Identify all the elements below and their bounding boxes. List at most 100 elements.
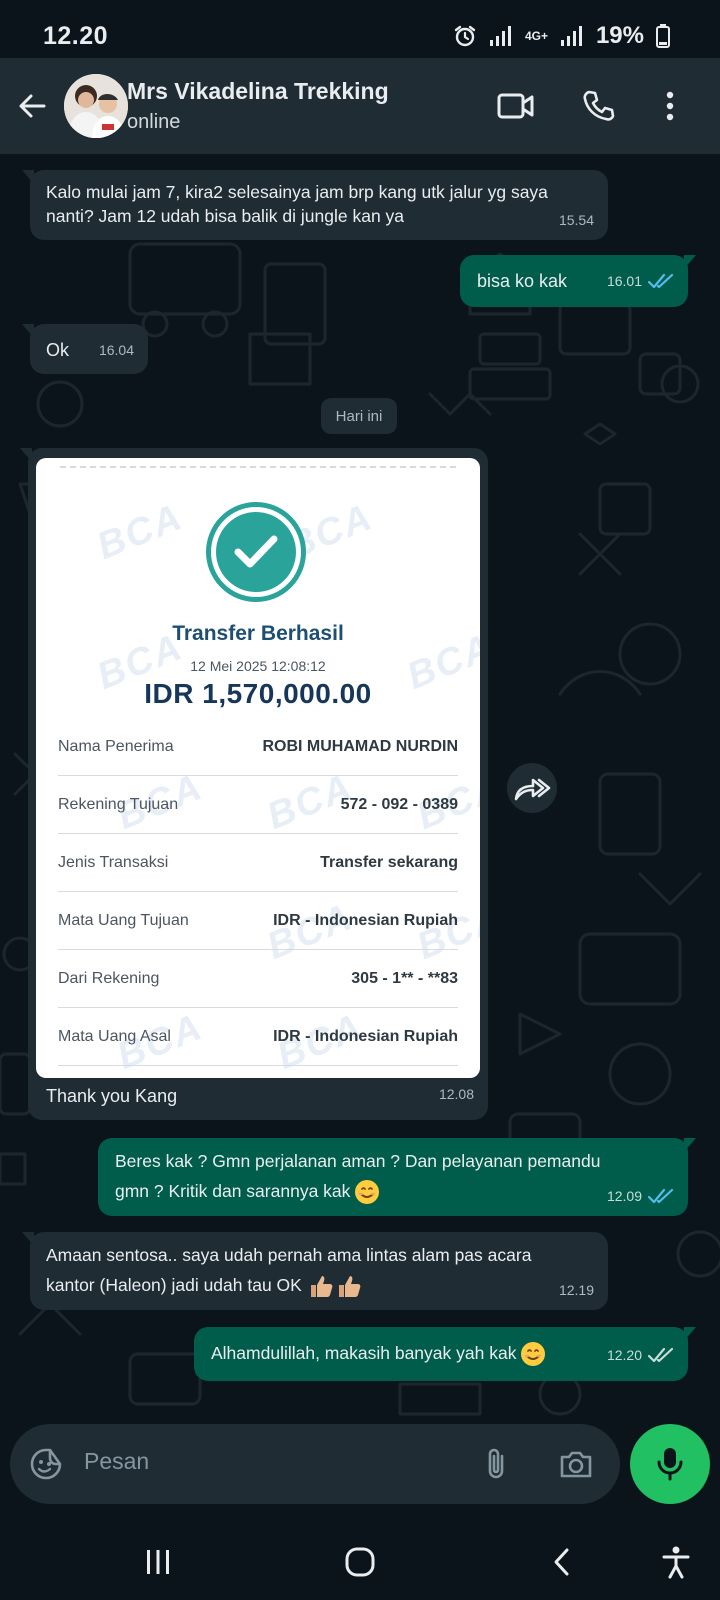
message-bubble-outgoing[interactable]: Alhamdulillah, makasih banyak yah kak 12… <box>194 1327 696 1381</box>
image-caption: Thank you Kang <box>46 1086 178 1106</box>
bubble-tail <box>22 170 34 184</box>
attach-button[interactable] <box>476 1444 516 1484</box>
forward-button[interactable] <box>507 763 557 813</box>
camera-button[interactable] <box>556 1444 596 1484</box>
network-type-label: 4G+ <box>524 29 548 43</box>
read-receipt-icon <box>648 273 674 289</box>
image-message-bubble[interactable]: BCA BCA BCA BCA BCA BCA BCA BCA BCA BCA … <box>20 448 488 1120</box>
check-circle <box>216 512 296 592</box>
smiling-face-emoji-icon <box>521 1342 546 1367</box>
message-text: Amaan sentosa.. saya udah pernah ama lin… <box>30 1232 608 1300</box>
chevron-left-icon <box>554 1548 569 1576</box>
message-time: 12.20 <box>606 1347 642 1363</box>
receipt-row: Mata Uang Asal IDR - Indonesian Rupiah <box>58 1008 458 1066</box>
message-time: 16.04 <box>98 342 134 358</box>
system-navigation-bar <box>0 1516 720 1600</box>
more-vert-icon <box>666 91 674 121</box>
accessibility-button[interactable] <box>652 1538 700 1586</box>
signal-icon-2 <box>560 26 582 46</box>
contact-status: online <box>127 111 181 133</box>
message-bubble-outgoing[interactable]: Beres kak ? Gmn perjalanan aman ? Dan pe… <box>98 1138 696 1216</box>
message-bubble-incoming[interactable]: Amaan sentosa.. saya udah pernah ama lin… <box>22 1232 608 1310</box>
bubble-tail <box>22 1232 34 1246</box>
status-bar: 12.20 4G+ 19% <box>0 0 720 58</box>
home-button[interactable] <box>336 1538 384 1586</box>
message-text: Beres kak ? Gmn perjalanan aman ? Dan pe… <box>98 1138 688 1206</box>
signal-icon <box>489 26 511 46</box>
camera-icon <box>560 1451 592 1478</box>
message-meta: 16.01 <box>607 267 674 295</box>
receipt-row-label: Mata Uang Tujuan <box>58 911 189 929</box>
delivered-receipt-icon <box>648 1347 674 1363</box>
message-text: Kalo mulai jam 7, kira2 selesainya jam b… <box>46 182 548 226</box>
message-time: 16.01 <box>606 273 642 289</box>
battery-percent: 19% <box>595 22 644 49</box>
status-icons: 4G+ 19% <box>453 22 670 50</box>
receipt-row-label: Rekening Tujuan <box>58 795 179 813</box>
paperclip-icon <box>488 1448 504 1479</box>
receipt-row-label: Dari Rekening <box>58 969 160 987</box>
emoji-button[interactable] <box>26 1444 66 1484</box>
message-meta: 12.09 <box>607 1182 674 1210</box>
receipt-dashed-line <box>60 466 456 468</box>
alarm-icon <box>454 25 476 47</box>
transfer-receipt-image[interactable]: BCA BCA BCA BCA BCA BCA BCA BCA BCA BCA … <box>36 458 480 1078</box>
thumbs-up-emoji-icon <box>310 1276 333 1298</box>
whatsapp-chat-screen: 12.20 4G+ 19% Mrs Vikadelina Trekking on… <box>0 0 720 1600</box>
recent-apps-icon <box>147 1550 169 1574</box>
receipt-row-value: IDR - Indonesian Rupiah <box>273 911 458 929</box>
date-separator: Hari ini <box>321 398 397 434</box>
read-receipt-icon <box>648 1188 674 1204</box>
back-arrow-icon <box>19 94 46 118</box>
chat-area[interactable]: Kalo mulai jam 7, kira2 selesainya jam b… <box>0 154 720 1424</box>
message-text-body: Amaan sentosa.. saya udah pernah ama lin… <box>46 1245 532 1295</box>
battery-icon <box>656 24 670 48</box>
bubble-tail <box>20 448 32 462</box>
message-time: 12.09 <box>606 1188 642 1204</box>
sticker-emoji-icon <box>30 1448 62 1480</box>
receipt-row-value: Transfer sekarang <box>320 853 458 871</box>
message-text-body: Alhamdulillah, makasih banyak yah kak <box>211 1343 517 1363</box>
microphone-icon <box>657 1448 683 1481</box>
voice-call-button[interactable] <box>576 84 620 128</box>
home-icon <box>345 1547 375 1577</box>
thumbs-up-emoji-icon <box>338 1276 361 1298</box>
bubble-tail <box>684 1327 696 1341</box>
accessibility-icon <box>662 1546 690 1579</box>
message-bubble-incoming[interactable]: Kalo mulai jam 7, kira2 selesainya jam b… <box>22 170 608 240</box>
message-time: 12.19 <box>558 1282 594 1298</box>
message-bubble-incoming[interactable]: Ok 16.04 <box>22 324 148 374</box>
back-button[interactable] <box>12 86 52 126</box>
contact-avatar[interactable] <box>64 74 128 138</box>
checkmark-icon <box>234 535 278 568</box>
avatar-image <box>64 74 128 138</box>
contact-name[interactable]: Mrs Vikadelina Trekking <box>127 78 389 105</box>
message-input[interactable]: Pesan <box>84 1448 149 1475</box>
receipt-row: Dari Rekening 305 - 1** - **83 <box>58 950 458 1008</box>
receipt-datetime: 12 Mei 2025 12:08:12 <box>190 658 326 674</box>
receipt-row-value: 572 - 092 - 0389 <box>340 795 458 813</box>
message-meta: 12.20 <box>607 1341 674 1369</box>
phone-icon <box>583 90 615 121</box>
forward-icon <box>514 778 551 801</box>
receipt-row-label: Jenis Transaksi <box>58 853 169 871</box>
watermark-logo: BCA <box>91 495 189 569</box>
chat-header: Mrs Vikadelina Trekking online <box>0 58 720 154</box>
message-time: 12.08 <box>438 1086 474 1102</box>
message-time: 15.54 <box>558 212 594 228</box>
receipt-row-label: Mata Uang Asal <box>58 1027 171 1045</box>
receipt-row: Mata Uang Tujuan IDR - Indonesian Rupiah <box>58 892 458 950</box>
message-meta: 16.04 <box>99 336 134 364</box>
receipt-row: Jenis Transaksi Transfer sekarang <box>58 834 458 892</box>
recent-apps-button[interactable] <box>134 1538 182 1586</box>
video-call-icon <box>497 93 534 119</box>
video-call-button[interactable] <box>494 84 538 128</box>
receipt-amount: IDR 1,570,000.00 <box>144 678 372 709</box>
message-input-bar[interactable]: Pesan <box>10 1424 620 1504</box>
receipt-row: Rekening Tujuan 572 - 092 - 0389 <box>58 776 458 834</box>
more-options-button[interactable] <box>648 84 692 128</box>
system-back-button[interactable] <box>538 1538 586 1586</box>
message-bubble-outgoing[interactable]: bisa ko kak 16.01 <box>460 255 696 307</box>
voice-message-button[interactable] <box>630 1424 710 1504</box>
receipt-row: Nama Penerima ROBI MUHAMAD NURDIN <box>58 718 458 776</box>
